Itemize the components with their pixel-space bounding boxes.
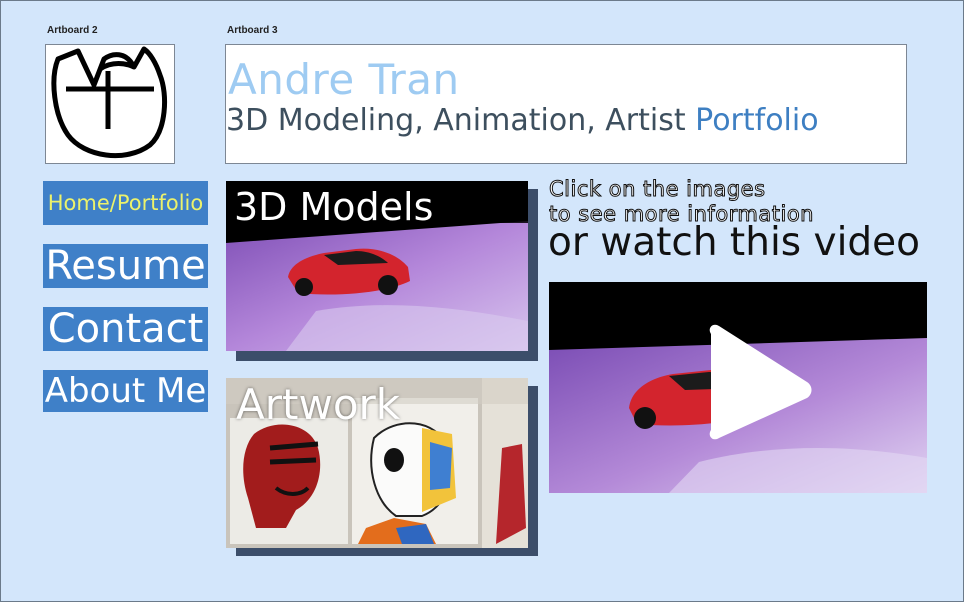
page-subtitle: 3D Modeling, Animation, Artist Portfolio — [226, 103, 819, 138]
logo[interactable] — [45, 44, 175, 164]
instruction-line-1: Click on the images — [549, 177, 766, 202]
nav-home-portfolio-button[interactable]: Home/Portfolio — [43, 181, 208, 225]
artwork-card[interactable]: Artwork — [226, 378, 538, 556]
nav-resume-button[interactable]: Resume — [43, 244, 208, 288]
models-card[interactable]: 3D Models — [226, 181, 538, 361]
models-card-image: 3D Models — [226, 181, 528, 351]
artboard-3-label: Artboard 3 — [227, 25, 278, 36]
models-card-title: 3D Models — [234, 185, 434, 229]
nav-contact-button[interactable]: Contact — [43, 307, 208, 351]
nav-about-me-button[interactable]: About Me — [43, 370, 208, 412]
page-title: Andre Tran — [228, 55, 460, 104]
video-thumbnail — [549, 282, 927, 493]
artwork-card-image: Artwork — [226, 378, 528, 548]
video-player[interactable] — [549, 282, 927, 493]
artwork-card-title: Artwork — [236, 380, 401, 429]
subtitle-text: 3D Modeling, Animation, Artist — [226, 103, 696, 138]
subtitle-accent: Portfolio — [695, 103, 819, 138]
instruction-line-3: or watch this video — [548, 220, 921, 265]
artboard-2-label: Artboard 2 — [47, 25, 98, 36]
header-banner: Andre Tran 3D Modeling, Animation, Artis… — [225, 44, 907, 164]
logo-at-monogram-icon — [51, 46, 168, 159]
